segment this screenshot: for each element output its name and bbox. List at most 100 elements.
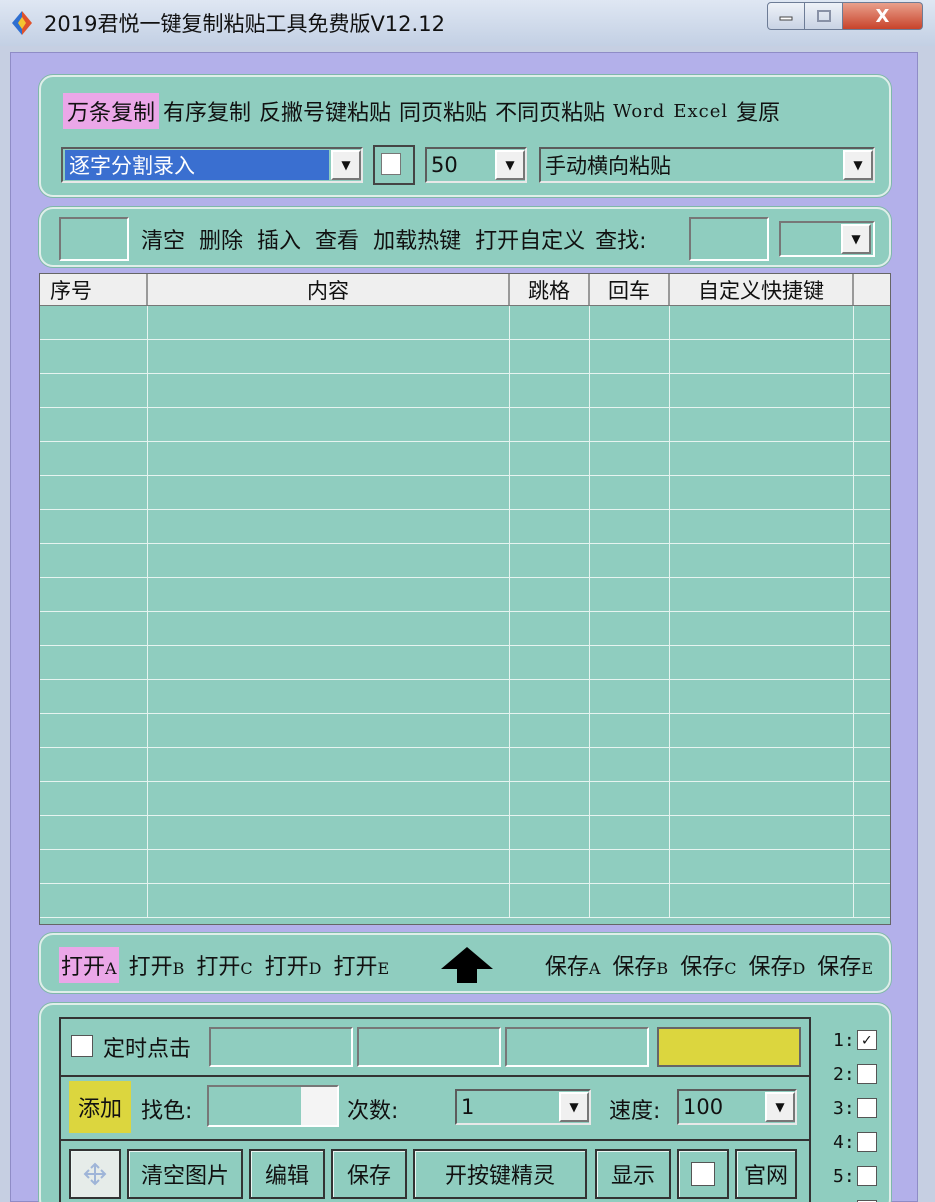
show-toggle-checkbox[interactable]: [677, 1149, 729, 1199]
table-cell[interactable]: [510, 646, 590, 679]
timer-field-3[interactable]: [505, 1027, 649, 1067]
ordered-copy-button[interactable]: 有序复制: [159, 93, 255, 129]
save-a-button[interactable]: 保存A: [543, 947, 603, 983]
add-button[interactable]: 添加: [69, 1081, 131, 1133]
clear-image-button[interactable]: 清空图片: [127, 1149, 243, 1199]
table-cell[interactable]: [148, 442, 510, 475]
save-b-button[interactable]: 保存B: [610, 947, 670, 983]
table-cell[interactable]: [148, 306, 510, 339]
table-cell[interactable]: [40, 782, 148, 815]
open-d-button[interactable]: 打开D: [263, 947, 324, 983]
table-cell[interactable]: [670, 340, 854, 373]
table-row[interactable]: [40, 782, 890, 816]
find-color-input[interactable]: [207, 1085, 339, 1127]
table-cell[interactable]: [148, 408, 510, 441]
maximize-button[interactable]: [805, 2, 843, 30]
table-cell[interactable]: [510, 850, 590, 883]
column-header-index[interactable]: 序号: [40, 274, 148, 305]
table-cell[interactable]: [40, 306, 148, 339]
table-cell[interactable]: [670, 306, 854, 339]
table-cell[interactable]: [670, 476, 854, 509]
chevron-down-icon[interactable]: ▼: [495, 150, 525, 180]
table-row[interactable]: [40, 544, 890, 578]
table-cell[interactable]: [670, 374, 854, 407]
table-cell[interactable]: [510, 544, 590, 577]
table-cell[interactable]: [40, 578, 148, 611]
table-cell[interactable]: [148, 850, 510, 883]
website-button[interactable]: 官网: [735, 1149, 797, 1199]
count-select[interactable]: 50 ▼: [425, 147, 527, 183]
table-row[interactable]: [40, 306, 890, 340]
delete-button[interactable]: 删除: [199, 223, 243, 255]
table-cell[interactable]: [590, 850, 670, 883]
table-row[interactable]: [40, 816, 890, 850]
table-cell[interactable]: [670, 782, 854, 815]
table-cell[interactable]: [148, 646, 510, 679]
save-e-button[interactable]: 保存E: [815, 947, 875, 983]
table-cell[interactable]: [510, 408, 590, 441]
table-cell[interactable]: [40, 442, 148, 475]
table-cell[interactable]: [590, 340, 670, 373]
table-cell[interactable]: [670, 646, 854, 679]
table-cell[interactable]: [40, 510, 148, 543]
table-row[interactable]: [40, 408, 890, 442]
table-cell[interactable]: [670, 510, 854, 543]
table-cell[interactable]: [40, 850, 148, 883]
table-cell[interactable]: [670, 578, 854, 611]
open-custom-button[interactable]: 打开自定义: [475, 223, 585, 255]
table-cell[interactable]: [670, 408, 854, 441]
slot-checkbox[interactable]: [856, 1132, 877, 1152]
close-button[interactable]: X: [843, 2, 923, 30]
open-c-button[interactable]: 打开C: [194, 947, 254, 983]
table-cell[interactable]: [510, 816, 590, 849]
table-cell[interactable]: [510, 680, 590, 713]
table-cell[interactable]: [670, 850, 854, 883]
table-cell[interactable]: [148, 544, 510, 577]
column-header-content[interactable]: 内容: [148, 274, 510, 305]
table-cell[interactable]: [40, 612, 148, 645]
table-cell[interactable]: [40, 408, 148, 441]
insert-button[interactable]: 插入: [257, 223, 301, 255]
open-b-button[interactable]: 打开B: [127, 947, 187, 983]
diff-page-paste-button[interactable]: 不同页粘贴: [491, 93, 609, 129]
chevron-down-icon[interactable]: ▼: [559, 1092, 589, 1122]
table-cell[interactable]: [510, 578, 590, 611]
slot-checkbox[interactable]: ✓: [856, 1030, 877, 1050]
table-cell[interactable]: [510, 782, 590, 815]
table-cell[interactable]: [510, 374, 590, 407]
table-cell[interactable]: [40, 680, 148, 713]
table-cell[interactable]: [590, 306, 670, 339]
arrow-up-icon[interactable]: [439, 945, 495, 985]
times-select[interactable]: 1 ▼: [455, 1089, 591, 1125]
show-button[interactable]: 显示: [595, 1149, 671, 1199]
table-cell[interactable]: [670, 680, 854, 713]
table-cell[interactable]: [510, 340, 590, 373]
word-button[interactable]: Word: [609, 99, 669, 124]
table-cell[interactable]: [510, 612, 590, 645]
table-cell[interactable]: [510, 306, 590, 339]
table-row[interactable]: [40, 612, 890, 646]
table-cell[interactable]: [40, 748, 148, 781]
table-cell[interactable]: [590, 680, 670, 713]
slot-checkbox[interactable]: [856, 1166, 877, 1186]
find-select[interactable]: ▼: [779, 221, 875, 257]
option-checkbox[interactable]: [373, 145, 415, 185]
paste-mode-select[interactable]: 手动横向粘贴 ▼: [539, 147, 875, 183]
chevron-down-icon[interactable]: ▼: [843, 150, 873, 180]
hotkey-input[interactable]: [59, 217, 129, 261]
table-cell[interactable]: [148, 374, 510, 407]
table-row[interactable]: [40, 510, 890, 544]
table-row[interactable]: [40, 476, 890, 510]
table-cell[interactable]: [670, 442, 854, 475]
table-cell[interactable]: [670, 816, 854, 849]
find-input[interactable]: [689, 217, 769, 261]
table-cell[interactable]: [590, 816, 670, 849]
table-cell[interactable]: [148, 340, 510, 373]
table-cell[interactable]: [670, 748, 854, 781]
table-cell[interactable]: [590, 578, 670, 611]
chevron-down-icon[interactable]: ▼: [331, 150, 361, 180]
table-cell[interactable]: [148, 782, 510, 815]
color-picker-box[interactable]: [301, 1087, 337, 1125]
same-page-paste-button[interactable]: 同页粘贴: [395, 93, 491, 129]
table-row[interactable]: [40, 850, 890, 884]
